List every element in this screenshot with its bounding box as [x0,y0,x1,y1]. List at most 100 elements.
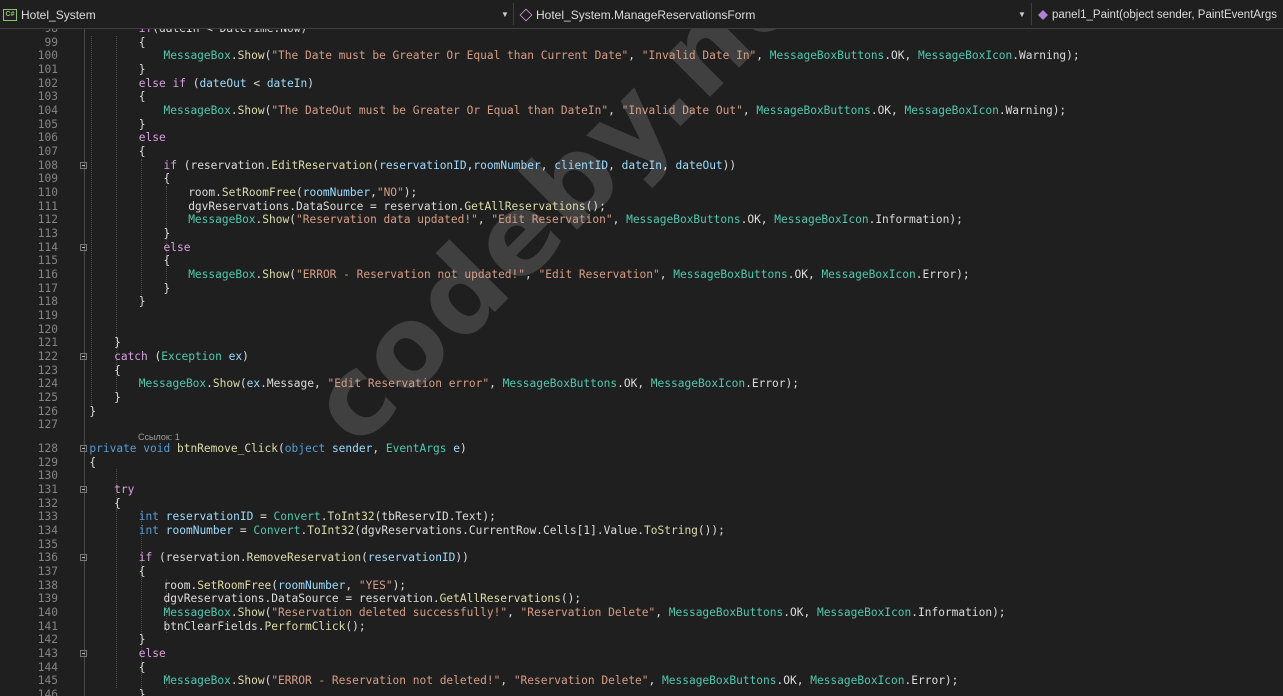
code-token: MessageBox [163,49,231,63]
code-line[interactable]: 129 { [0,456,1283,470]
code-text: int roomNumber = Convert.ToInt32(dgvRese… [139,524,725,538]
line-number: 139 [37,592,58,606]
code-line[interactable]: 127 [0,418,1283,432]
code-text: if(dateIn < DateTime.Now) [139,29,307,36]
collapse-icon[interactable] [80,353,87,361]
code-line[interactable]: 132 { [0,497,1283,511]
code-line[interactable]: 103 { [0,90,1283,104]
code-line[interactable]: 100 MessageBox.Show("The Date must be Gre… [0,49,1283,63]
code-line[interactable]: 112 MessageBox.Show("Reservation data upd… [0,213,1283,227]
code-line[interactable]: 135 [0,538,1283,552]
code-line[interactable]: 117} [0,282,1283,296]
code-line[interactable]: 120 [0,323,1283,337]
code-token: { [138,660,146,674]
collapse-icon[interactable] [80,650,87,658]
code-token: ToInt32 [307,524,355,538]
code-line[interactable]: 114 else [0,241,1283,255]
code-token: ( [295,186,303,200]
code-line[interactable]: 128 private void btnRemove_Click(object s… [0,442,1283,456]
code-line[interactable]: 141 btnClearFields.PerformClick(); [0,620,1283,634]
code-token: { [163,254,171,268]
code-line[interactable]: 109 { [0,172,1283,186]
code-token: { [138,90,146,104]
code-line[interactable]: 130 [0,469,1283,483]
code-line[interactable]: 134 int roomNumber = Convert.ToInt32(dgvR… [0,524,1283,538]
code-line[interactable]: 145 MessageBox.Show("ERROR - Reservation … [0,674,1283,688]
chevron-down-icon[interactable]: ▼ [501,10,509,19]
code-token: } [114,336,121,350]
code-line[interactable]: 119 [0,309,1283,323]
code-line[interactable]: 110 room.SetRoomFree(roomNumber,"NO"); [0,186,1283,200]
code-line[interactable]: 105} [0,118,1283,132]
member-dropdown[interactable]: panel1_Paint(object sender, PaintEventAr… [1032,0,1283,29]
code-line[interactable]: 131 try [0,483,1283,497]
code-token: dgvReservations.DataSource = reservation… [188,199,465,213]
code-line[interactable]: 144 { [0,661,1283,675]
code-token: , [540,158,555,172]
code-token: int [138,524,160,538]
code-line[interactable]: 137 { [0,565,1283,579]
code-line[interactable]: 122 catch (Exception ex) [0,350,1283,364]
code-line[interactable]: 133 int reservationID = Convert.ToInt32(t… [0,510,1283,524]
code-line[interactable]: 124 MessageBox.Show(ex.Message, "Edit Res… [0,377,1283,391]
collapse-icon[interactable] [80,445,87,453]
code-line[interactable]: 140 MessageBox.Show("Reservation deleted … [0,606,1283,620]
collapse-icon[interactable] [80,554,87,562]
code-token: , [500,674,514,688]
code-line[interactable]: 101} [0,63,1283,77]
codelens-references[interactable]: Ссылок: 1 [138,432,180,442]
collapse-icon[interactable] [80,486,87,494]
code-token: dateIn [621,158,663,172]
code-token: . [230,49,238,63]
code-line[interactable]: 146} [0,688,1283,696]
code-token: "Edit Reservation error" [327,377,490,391]
code-token: (); [585,199,606,213]
collapse-icon[interactable] [80,161,87,169]
code-token: reservationID [165,510,254,524]
line-number: 112 [37,213,58,227]
code-token: dateOut [199,76,247,90]
code-token: if [138,551,153,565]
code-token: reservationID [379,158,467,172]
code-line[interactable]: 104 MessageBox.Show("The DateOut must be … [0,104,1283,118]
project-dropdown[interactable]: C# Hotel_System ▼ [0,0,512,29]
code-line[interactable]: 106 else [0,131,1283,145]
code-line[interactable]: 125} [0,391,1283,405]
code-line[interactable]: 142} [0,633,1283,647]
line-number: 129 [37,455,58,469]
line-number: 113 [37,227,58,241]
code-token: EditReservation [271,158,373,172]
code-line[interactable]: 139 dgvReservations.DataSource = reservat… [0,592,1283,606]
code-token: SetRoomFree [221,186,296,200]
class-dropdown[interactable]: Hotel_System.ManageReservationsForm ▼ [514,0,1030,29]
code-line[interactable]: 115 { [0,254,1283,268]
code-line[interactable]: 123 { [0,364,1283,378]
code-line[interactable]: 121} [0,336,1283,350]
code-line[interactable]: 143 else [0,647,1283,661]
chevron-down-icon[interactable]: ▼ [1018,10,1026,19]
collapse-icon[interactable] [80,243,87,251]
code-token: Show [262,268,290,282]
code-line[interactable]: 126} [0,405,1283,419]
code-token: ex [246,377,261,391]
code-line[interactable]: 108 if (reservation.EditReservation(reser… [0,159,1283,173]
code-line[interactable]: 113} [0,227,1283,241]
code-line[interactable]: 118} [0,295,1283,309]
code-editor[interactable]: Ссылок: 1 codeby.net 98if(dateIn < DateT… [0,29,1283,696]
code-token: ( [289,268,296,282]
code-token: { [138,565,146,579]
code-line[interactable]: 111 dgvReservations.DataSource = reservat… [0,200,1283,214]
code-line[interactable]: 138 room.SetRoomFree(roomNumber, "YES"); [0,579,1283,593]
code-line[interactable]: 107 { [0,145,1283,159]
code-text: MessageBox.Show("Reservation data update… [188,213,963,227]
code-token: else [138,647,166,661]
line-number: 119 [37,309,58,323]
code-token: roomNumber [473,158,541,172]
code-line[interactable]: 99 { [0,36,1283,50]
code-line[interactable]: 98 if(dateIn < DateTime.Now) [0,29,1283,36]
code-text: { [139,661,146,675]
code-token: (); [560,592,582,606]
code-line[interactable]: 102 else if (dateOut < dateIn) [0,77,1283,91]
code-line[interactable]: 116 MessageBox.Show("ERROR - Reservation … [0,268,1283,282]
code-line[interactable]: 136 if (reservation.RemoveReservation(res… [0,551,1283,565]
